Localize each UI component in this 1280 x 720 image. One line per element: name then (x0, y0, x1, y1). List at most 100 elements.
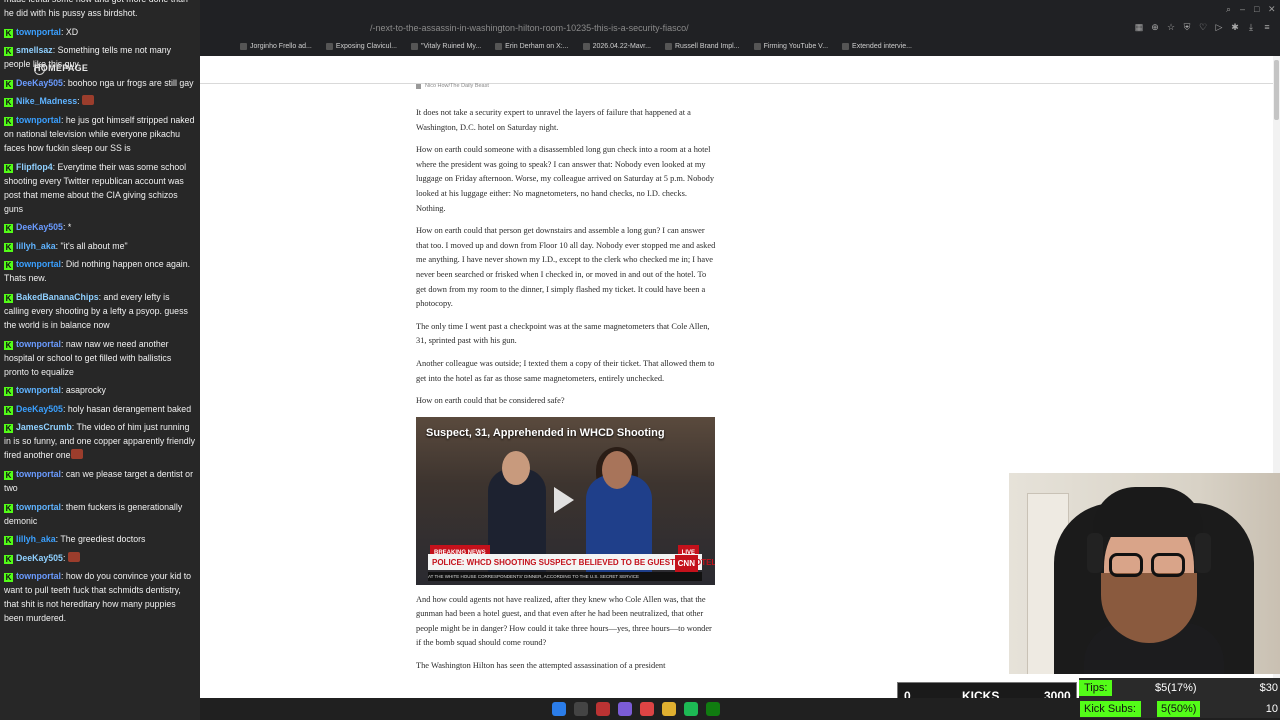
chat-message: K JamesCrumb: The video of him just runni… (4, 420, 196, 462)
glasses-icon (1109, 553, 1143, 577)
heart-icon[interactable]: ♡ (1198, 22, 1208, 33)
search-icon[interactable] (574, 702, 588, 716)
bookmark-item[interactable]: Russell Brand Impl... (664, 39, 740, 53)
bookmark-favicon-icon (325, 42, 333, 50)
kick-badge-icon: K (4, 261, 13, 271)
chat-username[interactable]: DeeKay505 (16, 553, 63, 563)
chat-message: Ktownportal: asaprocky (4, 383, 196, 397)
spotify-icon[interactable] (684, 702, 698, 716)
search-icon[interactable]: ⌕ (1226, 4, 1231, 15)
chat-username[interactable]: smellsaz (16, 45, 53, 55)
play-icon[interactable]: ▷ (1214, 22, 1224, 33)
bookmark-favicon-icon (410, 42, 418, 50)
bookmark-item[interactable]: 2026.04.22-Mavr... (582, 39, 651, 53)
article-body: Nico How/The Daily Beast It does not tak… (416, 82, 716, 682)
chat-message: K BakedBananaChips: and every lefty is ca… (4, 290, 196, 332)
subs-row: Kick Subs: 5(50%) 10 (1079, 701, 1280, 719)
browser-icon[interactable] (596, 702, 610, 716)
chat-message: K Flipflop4: Everytime their was some sch… (4, 160, 196, 216)
minimize-icon[interactable]: – (1240, 4, 1245, 14)
close-icon[interactable]: ✕ (1268, 4, 1276, 15)
extension-icon[interactable]: ▦ (1134, 22, 1144, 33)
url-text[interactable]: /-next-to-the-assassin-in-washington-hil… (370, 23, 689, 33)
chat-username[interactable]: townportal (16, 502, 61, 512)
article-paragraph: How on earth could that be considered sa… (416, 396, 565, 406)
chat-username[interactable]: DeeKay505 (16, 78, 63, 88)
chat-username[interactable]: lillyh_aka (16, 241, 56, 251)
scrollbar-thumb[interactable] (1274, 60, 1279, 120)
chat-username[interactable]: townportal (16, 259, 61, 269)
puzzle-icon[interactable]: ✱ (1230, 22, 1240, 33)
article-paragraph: The only time I went past a checkpoint w… (416, 321, 710, 346)
discord-icon[interactable] (618, 702, 632, 716)
xbox-icon[interactable] (706, 702, 720, 716)
kick-badge-icon: K (4, 28, 13, 38)
bookmark-item[interactable]: Extended intervie... (842, 39, 912, 53)
kick-badge-icon: K (4, 116, 13, 126)
kick-badge-icon: K (4, 224, 13, 234)
chat-username[interactable]: townportal (16, 469, 61, 479)
chat-username[interactable]: Nike_Madness (16, 96, 77, 106)
bookmark-star-icon[interactable]: ☆ (1166, 22, 1176, 33)
article-paragraph: Another colleague was outside; I texted … (416, 358, 715, 383)
chat-username[interactable]: BakedBananaChips (16, 292, 99, 302)
chat-text: "it's all about me" (60, 240, 128, 251)
kick-badge-icon: K (4, 98, 13, 108)
address-bar[interactable]: /-next-to-the-assassin-in-washington-hil… (200, 20, 1060, 38)
chat-message: Ktownportal: Did nothing happen once aga… (4, 257, 196, 285)
bookmark-item[interactable]: "Vitaly Ruined My... (410, 39, 481, 53)
chrome-icon[interactable] (640, 702, 654, 716)
play-button-icon[interactable] (554, 486, 574, 513)
zoom-icon[interactable]: ⊕ (1150, 22, 1160, 33)
shield-icon[interactable]: ⛨ (1182, 22, 1192, 33)
tips-value: $5(17%) (1155, 682, 1197, 694)
chat-username[interactable]: townportal (16, 339, 61, 349)
subs-goal: 10 (1265, 703, 1278, 715)
kick-badge-icon: K (4, 503, 13, 513)
taskbar (200, 698, 1080, 720)
bookmark-item[interactable]: Jorginho Frello ad... (240, 39, 312, 53)
kick-badge-icon: K (4, 405, 13, 415)
start-menu-icon[interactable] (552, 702, 566, 716)
chat-message: Ktownportal: can we please target a dent… (4, 467, 196, 495)
bookmark-favicon-icon (582, 42, 590, 50)
menu-icon[interactable]: ≡ (1262, 22, 1272, 33)
file-explorer-icon[interactable] (662, 702, 676, 716)
chat-text: asaprocky (65, 385, 106, 396)
chat-text: The greediest doctors (60, 534, 146, 545)
chat-text: * (67, 222, 72, 233)
network-logo: CNN (674, 554, 698, 574)
video-thumbnail-figure (602, 450, 632, 489)
chat-username[interactable]: lillyh_aka (16, 534, 56, 544)
stream-goals: Tips: $5(17%) $30 Kick Subs: 5(50%) 10 (1079, 678, 1280, 718)
news-lower-third: BREAKING NEWS LIVE POLICE: WHCD SHOOTING… (416, 544, 715, 585)
chat-username[interactable]: townportal (16, 27, 61, 37)
download-icon[interactable]: ⤓ (1246, 22, 1256, 33)
subs-value: 5(50%) (1157, 701, 1201, 717)
chat-username[interactable]: DeeKay505 (16, 404, 63, 414)
chat-message: Ktownportal: XD (4, 25, 196, 39)
chat-text: made lethal some how and got more done t… (4, 0, 188, 18)
chat-username[interactable]: townportal (16, 571, 61, 581)
tips-goal: $30 (1259, 682, 1278, 694)
kick-badge-icon: K (4, 163, 13, 173)
chat-username[interactable]: townportal (16, 385, 61, 395)
chat-text: holy hasan derangement baked (67, 403, 192, 414)
bookmark-favicon-icon (842, 42, 850, 50)
chat-username[interactable]: DeeKay505 (16, 222, 63, 232)
chat-message: Klillyh_aka: The greediest doctors (4, 532, 196, 546)
chat-text: boohoo nga ur frogs are still gay (67, 77, 194, 88)
bookmark-item[interactable]: Erin Derham on X:... (495, 39, 569, 53)
bookmark-favicon-icon (495, 42, 503, 50)
kick-badge-icon: K (4, 424, 13, 434)
video-thumbnail-figure (502, 450, 530, 485)
maximize-icon[interactable]: □ (1254, 4, 1259, 14)
chat-username[interactable]: townportal (16, 115, 61, 125)
chat-username[interactable]: Flipflop4 (16, 162, 53, 172)
chat-username[interactable]: JamesCrumb (16, 422, 72, 432)
chat-message: Klillyh_aka: "it's all about me" (4, 239, 196, 253)
bookmark-item[interactable]: Firming YouTube V... (753, 39, 828, 53)
video-player[interactable]: Suspect, 31, Apprehended in WHCD Shootin… (416, 416, 715, 585)
chat-text: XD (65, 26, 79, 37)
bookmark-item[interactable]: Exposing Clavicul... (325, 39, 397, 53)
